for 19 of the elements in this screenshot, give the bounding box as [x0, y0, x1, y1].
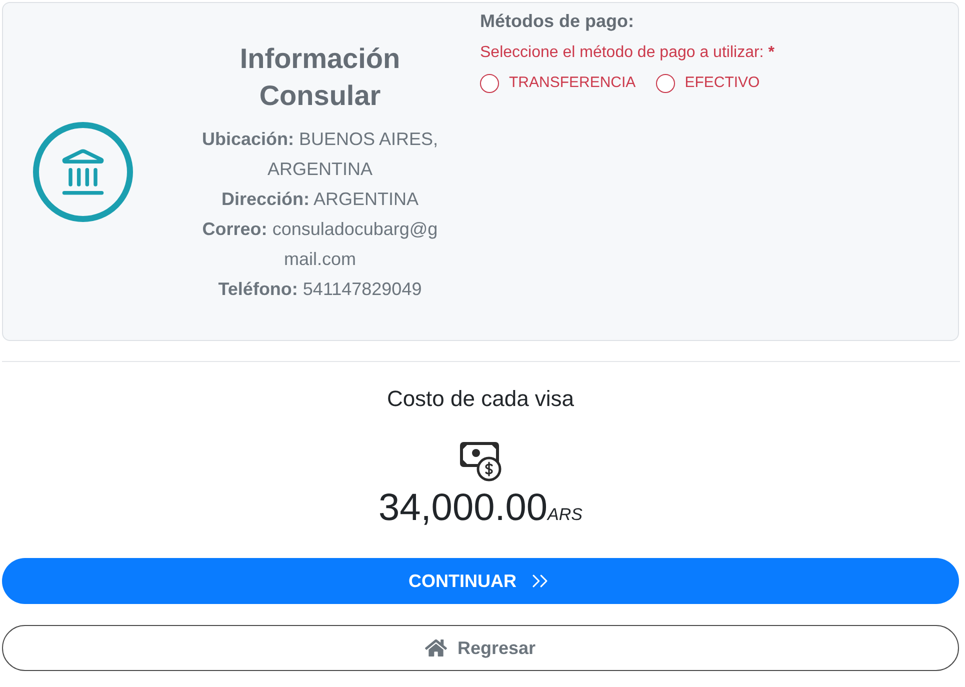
payment-prompt: Seleccione el método de pago a utilizar: * [480, 43, 774, 63]
radio-label: TRANSFERENCIA [509, 73, 636, 93]
radio-label: EFECTIVO [684, 73, 760, 93]
card-title: Información Consular [238, 42, 402, 112]
bank-building-icon [33, 122, 133, 222]
radio-button[interactable] [656, 74, 675, 92]
info-line: Ubicación: BUENOS AIRES, ARGENTINA [200, 128, 440, 180]
continue-button[interactable]: CONTINUAR [2, 558, 959, 604]
home-icon [425, 637, 448, 659]
info-line: Correo: consuladocubarg@gmail.com [201, 218, 439, 270]
price-amount: 34,000.00 [378, 486, 548, 530]
currency-code: ARS [548, 504, 583, 526]
payment-heading: Métodos de pago: [480, 10, 634, 32]
cost-title: Costo de cada visa [386, 386, 574, 412]
radio-button[interactable] [480, 74, 499, 92]
info-line: Dirección: ARGENTINA [221, 188, 419, 210]
back-button[interactable]: Regresar [2, 625, 959, 671]
info-line: Teléfono: 541147829049 [218, 278, 422, 300]
banknote-coin-icon [458, 440, 502, 482]
